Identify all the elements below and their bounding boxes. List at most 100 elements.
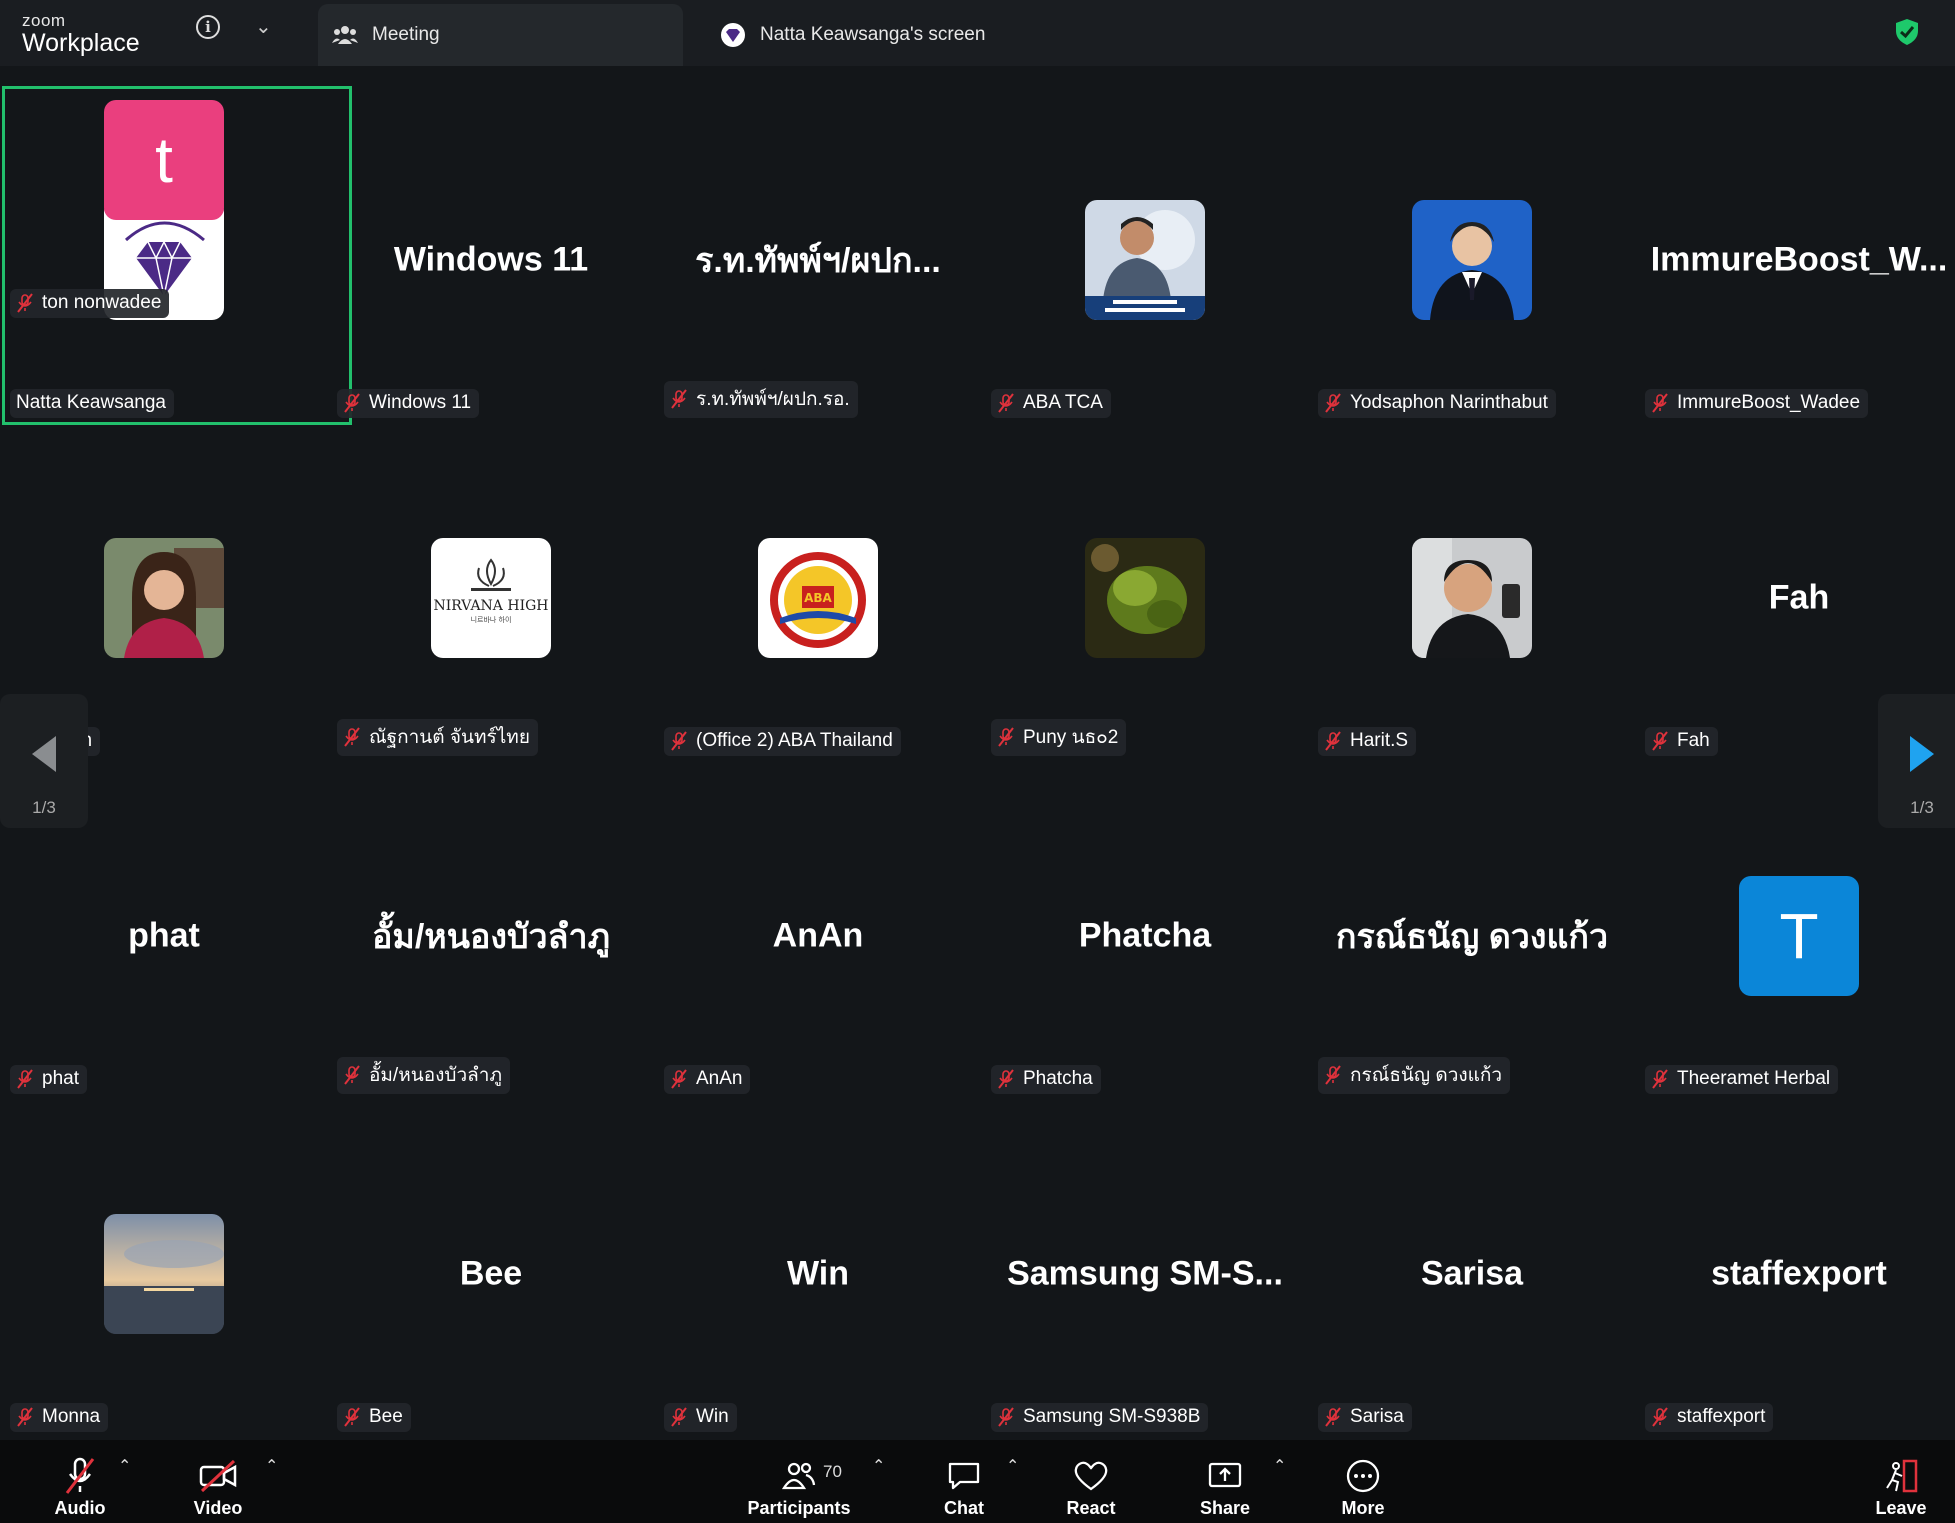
microphone-muted-icon [62, 1454, 98, 1498]
participants-icon [332, 24, 358, 46]
participant-tile[interactable]: ImmureBoost_W... ImmureBoost_Wadee [1639, 100, 1955, 420]
participant-avatar: NIRVANA HIGH 니르바나 하이 [431, 538, 551, 658]
mic-muted-icon [17, 293, 33, 313]
page-indicator: 1/3 [1910, 798, 1934, 817]
participant-name-label: Bee [337, 1403, 411, 1432]
participant-name: ton nonwadee [42, 292, 162, 313]
participant-name-label: Puny นธ๐2 [991, 719, 1127, 756]
video-button[interactable]: Video [178, 1440, 258, 1523]
participant-tile[interactable]: Puny นธ๐2 [985, 438, 1305, 758]
participants-label: Participants [747, 1498, 851, 1518]
meeting-toolbar: Audio ⌃ Video ⌃ Participants 70 ⌃ Chat ⌃… [0, 1440, 1955, 1523]
participant-tile[interactable]: Win Win [658, 1114, 978, 1434]
leave-door-icon [1882, 1454, 1920, 1498]
participant-name: phat [42, 1068, 79, 1089]
participant-name: กรณ์ธนัญ ดวงแก้ว [1350, 1065, 1503, 1086]
participant-name-label: อั้ม/หนองบัวลำภู [337, 1057, 510, 1094]
participant-tile[interactable]: Samsung SM-S... Samsung SM-S938B [985, 1114, 1305, 1434]
participant-name-label: Monna [10, 1403, 109, 1432]
participant-display-name: Sarisa [1420, 1254, 1524, 1293]
participant-name-label: phat [10, 1065, 87, 1094]
participant-name: Sarisa [1350, 1406, 1404, 1427]
participant-tile[interactable]: Monna [4, 1114, 324, 1434]
participant-name-label: Sarisa [1318, 1403, 1412, 1432]
mic-muted-icon [1325, 1407, 1341, 1427]
participant-avatar: ABA [758, 538, 878, 658]
participant-tile[interactable]: NIRVANA HIGH 니르바나 하이 ณัฐกานต์ จันทร์ไทย [331, 438, 651, 758]
participant-tile[interactable]: Bee Bee [331, 1114, 651, 1434]
mic-muted-icon [344, 1065, 360, 1085]
mic-muted-icon [1652, 731, 1668, 751]
participants-options-caret-icon[interactable]: ⌃ [872, 1456, 885, 1476]
mic-muted-icon [671, 1407, 687, 1427]
svg-text:NIRVANA HIGH: NIRVANA HIGH [433, 598, 548, 614]
participant-display-name: กรณ์ธนัญ ดวงแก้ว [1335, 918, 1609, 956]
audio-button[interactable]: Audio [40, 1440, 120, 1523]
mic-muted-icon [998, 727, 1014, 747]
share-screen-icon [1207, 1454, 1243, 1498]
participant-tile[interactable]: staffexport staffexport [1639, 1114, 1955, 1434]
mic-muted-icon [17, 1069, 33, 1089]
react-label: React [1066, 1498, 1116, 1518]
participant-initial-avatar: T [1739, 876, 1859, 996]
participant-tile[interactable]: Phatcha Phatcha [985, 776, 1305, 1096]
participant-tile[interactable]: กรณ์ธนัญ ดวงแก้ว กรณ์ธนัญ ดวงแก้ว [1312, 776, 1632, 1096]
participant-name: ณัฐกานต์ จันทร์ไทย [369, 727, 530, 748]
leave-button[interactable]: Leave [1870, 1440, 1932, 1523]
svg-text:ABA: ABA [804, 591, 832, 605]
participant-tile[interactable]: t ton nonwadee [4, 0, 324, 320]
video-label: Video [193, 1498, 243, 1518]
shield-check-icon[interactable] [1895, 18, 1919, 51]
video-options-caret-icon[interactable]: ⌃ [265, 1456, 278, 1476]
react-button[interactable]: React [1060, 1440, 1122, 1523]
tab-shared-screen[interactable]: Natta Keawsanga's screen [700, 4, 1300, 66]
participant-name: AnAn [696, 1068, 743, 1089]
chat-button[interactable]: Chat [934, 1440, 994, 1523]
participant-tile[interactable]: Harit.S [1312, 438, 1632, 758]
mic-muted-icon [671, 731, 687, 751]
previous-page-button[interactable]: 1/3 [0, 694, 88, 828]
svg-text:니르바나 하이: 니르바나 하이 [471, 615, 512, 624]
participant-name: Bee [369, 1406, 403, 1427]
participant-tile[interactable]: ร.ท.ทัพพ์ฯ/ผปก... ร.ท.ทัพพ์ฯ/ผปก.รอ. [658, 100, 978, 420]
participant-display-name: Fah [1768, 578, 1830, 617]
participant-name-label: (Office 2) ABA Thailand [664, 727, 901, 756]
participant-name-label: Theeramet Herbal [1645, 1065, 1839, 1094]
participant-display-name: ร.ท.ทัพพ์ฯ/ผปก... [695, 242, 941, 280]
participant-tile[interactable]: ABA TCA [985, 100, 1305, 420]
more-button[interactable]: More [1332, 1440, 1394, 1523]
participant-tile[interactable]: Sarisa Sarisa [1312, 1114, 1632, 1434]
mic-muted-icon [344, 727, 360, 747]
participant-name: Win [696, 1406, 729, 1427]
participant-tile[interactable]: Yodsaphon Narinthabut [1312, 100, 1632, 420]
mic-muted-icon [1652, 1407, 1668, 1427]
participant-name: ImmureBoost_Wadee [1677, 392, 1861, 413]
participant-name: Theeramet Herbal [1677, 1068, 1831, 1089]
participant-name-label: Harit.S [1318, 727, 1417, 756]
participant-display-name: staffexport [1711, 1254, 1887, 1293]
mic-muted-icon [17, 1407, 33, 1427]
participant-name: (Office 2) ABA Thailand [696, 730, 893, 751]
participant-display-name: Win [786, 1254, 849, 1293]
participant-count: 70 [823, 1462, 842, 1481]
participant-name: Puny นธ๐2 [1023, 727, 1119, 748]
participant-tile[interactable]: AnAn AnAn [658, 776, 978, 1096]
participant-tile[interactable]: ABA (Office 2) ABA Thailand [658, 438, 978, 758]
mic-muted-icon [1652, 393, 1668, 413]
participant-tile[interactable]: Windows 11 Windows 11 [331, 100, 651, 420]
chat-options-caret-icon[interactable]: ⌃ [1006, 1456, 1019, 1476]
next-page-button[interactable]: 1/3 [1878, 694, 1955, 828]
page-indicator: 1/3 [32, 798, 56, 817]
participant-name: ร.ท.ทัพพ์ฯ/ผปก.รอ. [696, 389, 850, 410]
participant-name-label: ton nonwadee [10, 289, 170, 318]
share-options-caret-icon[interactable]: ⌃ [1273, 1456, 1286, 1476]
mic-muted-icon [1652, 1069, 1668, 1089]
participant-name: Yodsaphon Narinthabut [1350, 392, 1548, 413]
share-button[interactable]: Share [1194, 1440, 1256, 1523]
participant-tile[interactable]: อั้ม/หนองบัวลำภู อั้ม/หนองบัวลำภู [331, 776, 651, 1096]
more-label: More [1341, 1498, 1385, 1518]
audio-options-caret-icon[interactable]: ⌃ [118, 1456, 131, 1476]
tab-meeting[interactable]: Meeting [318, 4, 683, 66]
participant-avatar [1412, 200, 1532, 320]
participants-icon [782, 1454, 816, 1498]
